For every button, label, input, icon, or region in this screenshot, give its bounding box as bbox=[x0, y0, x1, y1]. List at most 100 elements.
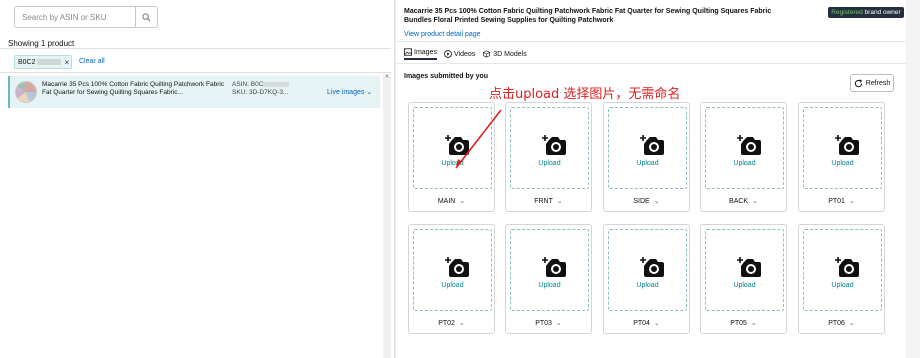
upload-link[interactable]: Upload bbox=[609, 282, 686, 289]
image-slot-card: Upload SIDE ⌄ bbox=[603, 102, 690, 212]
refresh-label: Refresh bbox=[865, 79, 891, 87]
image-slot-card: Upload PT05 ⌄ bbox=[700, 224, 787, 334]
upload-dropzone[interactable]: Upload bbox=[705, 107, 784, 189]
play-icon bbox=[444, 50, 452, 58]
search-input[interactable] bbox=[15, 7, 135, 27]
slot-label: PT03 bbox=[535, 320, 552, 327]
upload-link[interactable]: Upload bbox=[706, 282, 783, 289]
image-slot-card: Upload PT01 ⌄ bbox=[798, 102, 885, 212]
upload-link[interactable]: Upload bbox=[414, 160, 491, 167]
brand-badge: Registered brand owner bbox=[828, 7, 904, 18]
refresh-button[interactable]: Refresh bbox=[850, 74, 894, 92]
camera-add-icon bbox=[639, 256, 665, 283]
section-heading: Images submitted by you bbox=[404, 73, 489, 80]
image-slot-card: Upload MAIN ⌄ bbox=[408, 102, 495, 212]
slot-variant-dropdown[interactable]: BACK ⌄ bbox=[701, 197, 786, 205]
slot-variant-dropdown[interactable]: PT04 ⌄ bbox=[604, 319, 689, 327]
upload-link[interactable]: Upload bbox=[706, 160, 783, 167]
upload-dropzone[interactable]: Upload bbox=[705, 229, 784, 311]
product-thumbnail bbox=[15, 81, 37, 103]
upload-dropzone[interactable]: Upload bbox=[608, 107, 687, 189]
tab-images[interactable]: Images bbox=[404, 48, 437, 60]
slot-label: PT02 bbox=[438, 320, 455, 327]
chevron-down-icon: ⌄ bbox=[653, 320, 660, 327]
live-images-dropdown[interactable]: Live images ⌄ bbox=[327, 88, 372, 96]
upload-dropzone[interactable]: Upload bbox=[803, 229, 882, 311]
camera-add-icon bbox=[541, 134, 567, 161]
image-slot-card: Upload PT02 ⌄ bbox=[408, 224, 495, 334]
camera-add-icon bbox=[444, 134, 470, 161]
upload-dropzone[interactable]: Upload bbox=[413, 229, 492, 311]
annotation-text: 点击upload 选择图片，无需命名 bbox=[489, 87, 681, 102]
badge-text: brand owner bbox=[864, 9, 901, 16]
search-box bbox=[14, 6, 158, 28]
slot-label: PT04 bbox=[633, 320, 650, 327]
upload-link[interactable]: Upload bbox=[414, 282, 491, 289]
slot-label: PT05 bbox=[730, 320, 747, 327]
badge-registered: Registered bbox=[831, 9, 863, 16]
live-images-label: Live images bbox=[327, 89, 365, 96]
scroll-up-icon[interactable]: ^ bbox=[383, 74, 391, 84]
upload-link[interactable]: Upload bbox=[804, 282, 881, 289]
chevron-down-icon: ⌄ bbox=[458, 320, 465, 327]
divider bbox=[396, 41, 906, 42]
search-icon bbox=[142, 12, 151, 21]
tab-label: Videos bbox=[453, 50, 476, 58]
upload-link[interactable]: Upload bbox=[804, 160, 881, 167]
chevron-down-icon: ⌄ bbox=[366, 89, 373, 96]
slot-variant-dropdown[interactable]: PT05 ⌄ bbox=[701, 319, 786, 327]
upload-dropzone[interactable]: Upload bbox=[510, 229, 589, 311]
upload-dropzone[interactable]: Upload bbox=[510, 107, 589, 189]
slot-variant-dropdown[interactable]: FRNT ⌄ bbox=[506, 197, 591, 205]
upload-dropzone[interactable]: Upload bbox=[608, 229, 687, 311]
chevron-down-icon: ⌄ bbox=[653, 198, 660, 205]
slot-variant-dropdown[interactable]: PT01 ⌄ bbox=[799, 197, 884, 205]
camera-add-icon bbox=[834, 134, 860, 161]
upload-dropzone[interactable]: Upload bbox=[413, 107, 492, 189]
result-count: Showing 1 product bbox=[8, 39, 75, 48]
slot-variant-dropdown[interactable]: PT06 ⌄ bbox=[799, 319, 884, 327]
filter-chip: B0C2 × bbox=[14, 55, 72, 69]
product-row[interactable]: Macarrie 35 Pcs 100% Cotton Fabric Quilt… bbox=[8, 76, 380, 108]
sku-label: SKU: 3D-D7KQ-3... bbox=[232, 89, 289, 96]
image-slot-card: Upload FRNT ⌄ bbox=[505, 102, 592, 212]
image-icon bbox=[404, 48, 412, 56]
slot-variant-dropdown[interactable]: SIDE ⌄ bbox=[604, 197, 689, 205]
slot-label: BACK bbox=[729, 198, 749, 205]
image-slot-card: Upload BACK ⌄ bbox=[700, 102, 787, 212]
chevron-down-icon: ⌄ bbox=[556, 198, 563, 205]
tab-label: Images bbox=[414, 48, 437, 56]
upload-link[interactable]: Upload bbox=[511, 160, 588, 167]
clear-all-link[interactable]: Clear all bbox=[79, 58, 105, 65]
chip-label: B0C2 bbox=[18, 58, 36, 66]
scrollbar[interactable] bbox=[383, 74, 391, 358]
search-button[interactable] bbox=[135, 7, 157, 27]
upload-link[interactable]: Upload bbox=[609, 160, 686, 167]
divider bbox=[0, 72, 391, 73]
upload-link[interactable]: Upload bbox=[511, 282, 588, 289]
cube-icon bbox=[483, 50, 491, 58]
slot-variant-dropdown[interactable]: PT02 ⌄ bbox=[409, 319, 494, 327]
product-detail-panel: Macarrie 35 Pcs 100% Cotton Fabric Quilt… bbox=[396, 0, 906, 358]
slot-label: MAIN bbox=[437, 198, 456, 205]
slot-label: PT06 bbox=[828, 320, 845, 327]
slot-label: PT01 bbox=[828, 198, 845, 205]
slot-variant-dropdown[interactable]: PT03 ⌄ bbox=[506, 319, 591, 327]
view-product-link[interactable]: View product detail page bbox=[404, 31, 481, 38]
product-title: Macarrie 35 Pcs 100% Cotton Fabric Quilt… bbox=[42, 81, 225, 96]
divider bbox=[396, 63, 906, 64]
media-tabs: Images Videos 3D Models bbox=[404, 48, 527, 60]
slot-variant-dropdown[interactable]: MAIN ⌄ bbox=[409, 197, 494, 205]
chip-close-icon[interactable]: × bbox=[65, 58, 70, 67]
asin-label: ASIN: B0C bbox=[232, 81, 264, 88]
slot-label: SIDE bbox=[633, 198, 650, 205]
divider bbox=[0, 48, 391, 49]
tab-label: 3D Models bbox=[493, 50, 527, 58]
chevron-down-icon: ⌄ bbox=[459, 198, 466, 205]
tab-videos[interactable]: Videos bbox=[444, 48, 475, 60]
product-full-title: Macarrie 35 Pcs 100% Cotton Fabric Quilt… bbox=[404, 8, 772, 24]
tab-3d-models[interactable]: 3D Models bbox=[482, 48, 527, 60]
image-slot-card: Upload PT04 ⌄ bbox=[603, 224, 690, 334]
upload-dropzone[interactable]: Upload bbox=[803, 107, 882, 189]
image-slot-card: Upload PT03 ⌄ bbox=[505, 224, 592, 334]
